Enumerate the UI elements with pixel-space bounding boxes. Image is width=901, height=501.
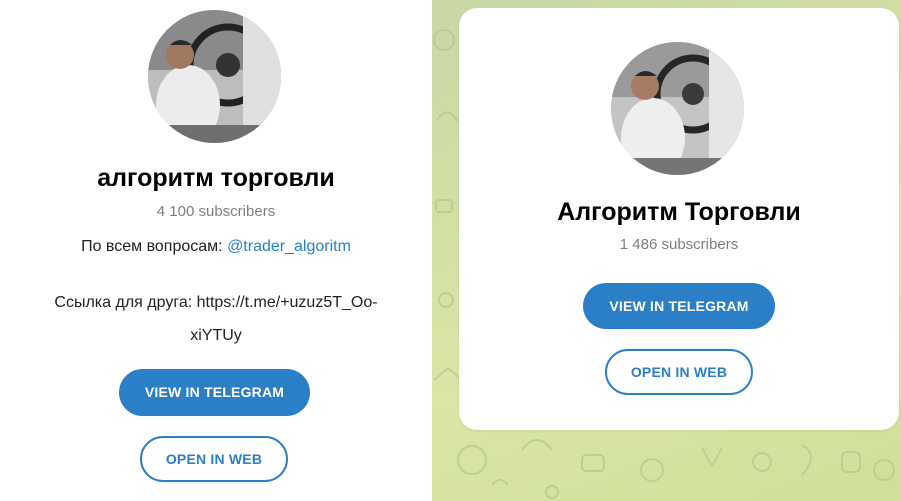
channel-title: Алгоритм Торговли <box>557 198 801 226</box>
channel-avatar <box>611 42 744 175</box>
channel-card: Алгоритм Торговли 1 486 subscribers VIEW… <box>459 8 899 430</box>
subscriber-count: 4 100 subscribers <box>156 203 276 220</box>
avatar-photo-icon <box>148 10 281 143</box>
friend-link-line-1: Ссылка для друга: https://t.me/+uzuz5T_O… <box>54 294 378 311</box>
right-channel-preview: Алгоритм Торговли 1 486 subscribers VIEW… <box>432 0 901 501</box>
channel-avatar <box>148 10 281 143</box>
open-in-web-button[interactable]: OPEN IN WEB <box>605 349 753 395</box>
open-in-web-button[interactable]: OPEN IN WEB <box>140 436 288 482</box>
friend-link-line-2: xiYTUy <box>190 327 242 344</box>
view-in-telegram-button[interactable]: VIEW IN TELEGRAM <box>119 369 310 416</box>
channel-title: алгоритм торговли <box>97 164 335 192</box>
friend-link-text: Ссылка для друга: https://t.me/+uzuz5T_O… <box>20 286 412 352</box>
view-in-telegram-button[interactable]: VIEW IN TELEGRAM <box>583 283 775 329</box>
subscriber-count: 1 486 subscribers <box>619 236 739 253</box>
description-text: По всем вопросам: <box>81 238 228 255</box>
avatar-photo-icon <box>611 42 744 175</box>
left-channel-preview: алгоритм торговли 4 100 subscribers По в… <box>0 0 432 501</box>
channel-description: По всем вопросам: @trader_algoritm <box>20 230 412 263</box>
contact-link[interactable]: @trader_algoritm <box>227 238 351 255</box>
